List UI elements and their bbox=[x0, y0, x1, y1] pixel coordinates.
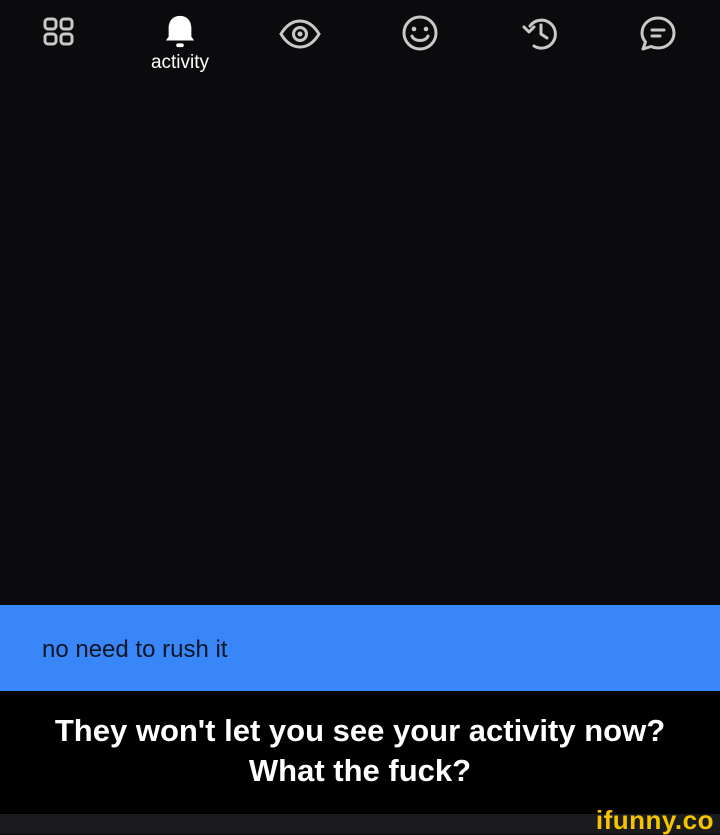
nav-item-apps[interactable] bbox=[29, 14, 89, 74]
notice-banner: no need to rush it bbox=[0, 605, 720, 691]
meme-caption-area: They won't let you see your activity now… bbox=[0, 691, 720, 814]
smiley-icon bbox=[402, 15, 438, 51]
notice-text: no need to rush it bbox=[42, 636, 228, 663]
watermark-logo: ifunny.co bbox=[595, 805, 714, 835]
bell-icon bbox=[165, 15, 195, 48]
chat-icon bbox=[640, 16, 676, 51]
history-icon bbox=[522, 18, 557, 50]
nav-item-messages[interactable] bbox=[628, 14, 688, 74]
app-screen: activity bbox=[0, 0, 720, 605]
eye-icon bbox=[279, 19, 321, 49]
caption-line-1: They won't let you see your activity now… bbox=[54, 713, 666, 748]
nav-item-reactions[interactable] bbox=[390, 14, 450, 74]
nav-item-activity[interactable]: activity bbox=[148, 14, 212, 74]
nav-item-history[interactable] bbox=[510, 14, 570, 74]
grid-icon bbox=[43, 17, 74, 46]
caption-line-2: What the fuck? bbox=[248, 753, 472, 788]
nav-label-activity: activity bbox=[150, 52, 210, 73]
meme-caption: They won't let you see your activity now… bbox=[0, 711, 720, 791]
nav-item-views[interactable] bbox=[270, 14, 330, 74]
